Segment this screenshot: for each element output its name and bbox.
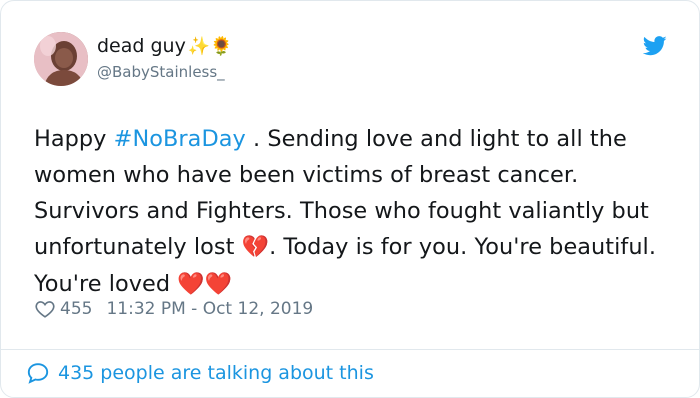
author-name-text: dead guy (97, 35, 186, 57)
divider (1, 349, 699, 350)
author-name[interactable]: dead guy ✨🌻 (97, 35, 233, 57)
tweet-meta: 455 11:32 PM - Oct 12, 2019 (34, 298, 313, 320)
sparkles-sunflower-emoji: ✨🌻 (187, 36, 233, 57)
speech-bubble-icon (27, 363, 49, 384)
tweet-text: Happy #NoBraDay . Sending love and light… (34, 121, 684, 303)
tweet-timestamp[interactable]: 11:32 PM - Oct 12, 2019 (106, 299, 313, 319)
twitter-bird-icon[interactable] (643, 36, 667, 56)
hashtag-link[interactable]: #NoBraDay (114, 126, 246, 152)
heart-outline-icon[interactable] (34, 298, 56, 320)
broken-heart-emoji: 💔 (241, 235, 270, 260)
conversation-link[interactable]: 435 people are talking about this (26, 361, 374, 385)
like-count[interactable]: 455 (60, 299, 92, 319)
author-handle[interactable]: @BabyStainless_ (97, 63, 225, 81)
avatar[interactable] (34, 32, 88, 86)
tweet-text-intro: Happy (34, 126, 114, 152)
red-hearts-emoji: ❤️❤️ (177, 272, 233, 297)
talking-about-text: 435 people are talking about this (58, 362, 374, 384)
tweet-card: dead guy ✨🌻 @BabyStainless_ Happy #NoBraD… (0, 0, 700, 398)
avatar-image (34, 32, 88, 86)
